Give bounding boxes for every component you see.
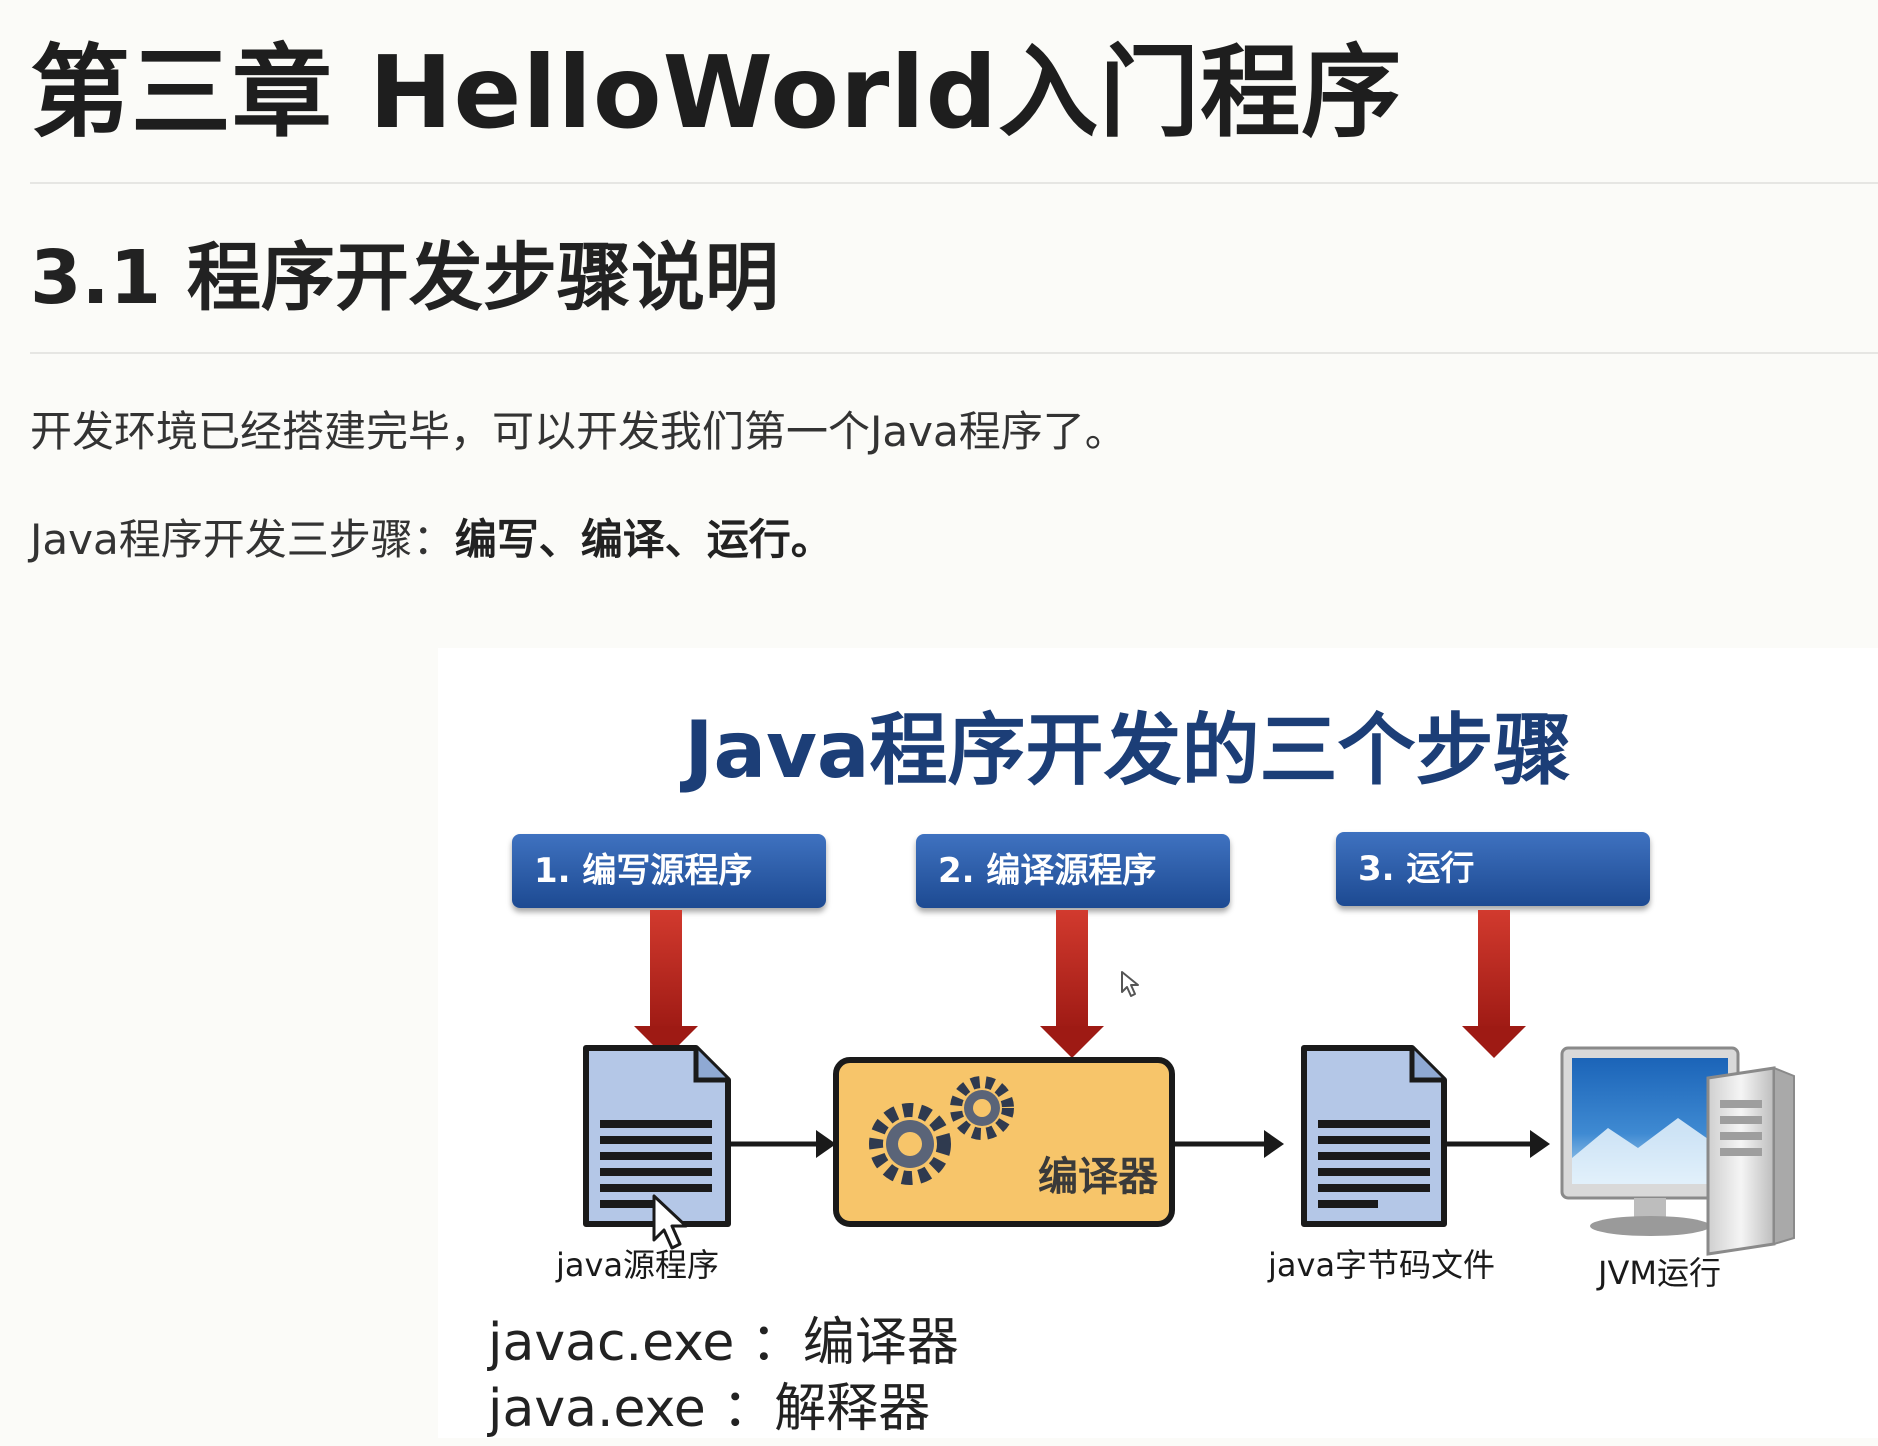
flow-arrow-3 [1444, 1130, 1550, 1158]
computer-icon [1560, 1046, 1795, 1256]
javac-command: javac.exe ：编译器 [488, 1313, 959, 1373]
steps-prefix: Java程序开发三步骤： [30, 515, 455, 564]
flow-arrow-1 [728, 1130, 836, 1158]
caption-bytecode: java字节码文件 [1268, 1246, 1496, 1284]
flow-arrow-2 [1172, 1130, 1284, 1158]
java-steps-figure: Java程序开发的三个步骤 1. 编写源程序 2. 编译源程序 3. 运行 编译… [438, 648, 1878, 1439]
section-title: 3.1 程序开发步骤说明 [30, 235, 779, 321]
document-page: 第三章 HelloWorld入门程序 3.1 程序开发步骤说明 开发环境已经搭建… [0, 0, 1878, 1446]
down-arrow-write [634, 910, 698, 1058]
down-arrow-compile [1040, 910, 1104, 1058]
section-divider [30, 352, 1878, 354]
caption-source: java源程序 [556, 1246, 720, 1284]
down-arrow-run [1462, 910, 1526, 1058]
steps-emphasis: 编写、编译、运行。 [454, 515, 833, 564]
steps-paragraph: Java程序开发三步骤：编写、编译、运行。 [30, 510, 833, 570]
chapter-divider [30, 182, 1878, 184]
caption-jvm: JVM运行 [1598, 1254, 1721, 1292]
chapter-title: 第三章 HelloWorld入门程序 [30, 34, 1403, 151]
compiler-label: 编译器 [1038, 1154, 1159, 1200]
bytecode-document-icon [1301, 1045, 1447, 1227]
intro-paragraph: 开发环境已经搭建完毕，可以开发我们第一个Java程序了。 [30, 407, 1127, 456]
mouse-cursor-small-icon [1121, 971, 1139, 997]
java-command: java.exe ：解释器 [488, 1379, 931, 1439]
